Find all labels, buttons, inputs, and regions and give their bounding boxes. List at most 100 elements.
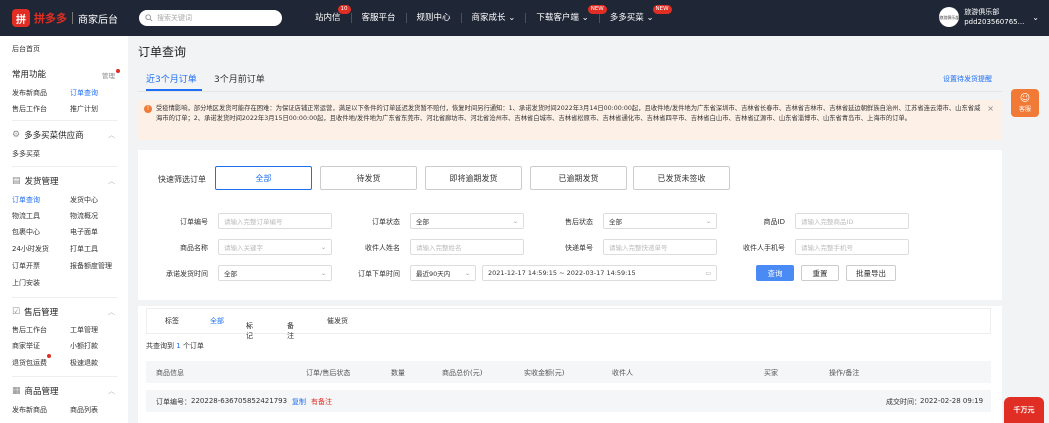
divider	[12, 166, 118, 167]
tab-recent-3-months[interactable]: 近3个月订单	[146, 72, 197, 85]
reset-button[interactable]: 重置	[801, 265, 839, 281]
date-range-picker[interactable]: 2021-12-17 14:59:15 ~ 2022-03-17 14:59:1…	[482, 265, 717, 281]
section-title: 商品管理	[24, 387, 59, 397]
sidebar: 后台首页 常用功能 管理 发布新商品 订单查询 售后工作台 推广计划 ⚙ 多多买菜…	[0, 36, 128, 423]
table-header: 商品信息 订单/售后状态 数量 商品总价(元) 实收金额(元) 收件人 买家 操…	[146, 361, 991, 383]
sidebar-section-common[interactable]: 常用功能	[12, 68, 46, 80]
sidebar-section-shipping[interactable]: ▤ 发货管理	[12, 175, 59, 187]
notice-text: 受疫情影响，部分地区发货可能存在困难：为保证店铺正常运营，满足以下条件的订单延迟…	[156, 105, 981, 122]
sidebar-item-shipping-center[interactable]: 发货中心	[70, 195, 98, 205]
order-time-select[interactable]: 最近90天内 ⌄	[410, 265, 476, 281]
sidebar-item-product-list[interactable]: 商品列表	[70, 405, 98, 415]
sidebar-item-after-sale-workbench[interactable]: 售后工作台	[12, 325, 47, 335]
column-header: 订单/售后状态	[306, 369, 351, 377]
section-title: 售后管理	[24, 308, 59, 318]
quick-filter-overdue[interactable]: 已逾期发货	[530, 166, 627, 190]
sidebar-item-24h-shipping[interactable]: 24小时发货	[12, 244, 49, 254]
sidebar-item-quota-management[interactable]: 报备额度管理	[70, 261, 112, 271]
table-row: 订单编号： 220228-636705852421793 复制 有备注 成交时间…	[146, 390, 991, 412]
tag-all[interactable]: 全部	[210, 316, 224, 326]
quick-filter-near-overdue[interactable]: 即将逾期发货	[425, 166, 522, 190]
quick-filter-pending-shipment[interactable]: 待发货	[320, 166, 417, 190]
order-no-input[interactable]: 请输入完整订单编号	[218, 213, 332, 229]
search-button[interactable]: 查询	[756, 265, 794, 281]
tab-older-3-months[interactable]: 3个月前订单	[214, 72, 265, 85]
filter-panel: 快速筛选订单 全部 待发货 即将逾期发货 已逾期发货 已发货未签收 订单编号 请…	[138, 150, 1002, 300]
search-input[interactable]: 搜索关键词	[139, 10, 282, 26]
quick-filter-shipped-unsigned[interactable]: 已发货未签收	[633, 166, 730, 190]
notification-dot	[116, 69, 120, 73]
has-note-badge[interactable]: 有备注	[311, 397, 332, 407]
sidebar-item-promotion-plan[interactable]: 推广计划	[70, 104, 98, 114]
nav-rules-center[interactable]: 规则中心	[407, 13, 462, 23]
logo[interactable]: 拼 拼多多 商家后台	[12, 0, 118, 36]
close-icon[interactable]: ×	[987, 104, 994, 114]
chevron-down-icon: ⌄	[646, 13, 654, 23]
sidebar-item-invoice[interactable]: 订单开票	[12, 261, 40, 271]
chevron-up-icon[interactable]: ︿	[108, 130, 115, 140]
sidebar-item-grocery[interactable]: 多多买菜	[12, 149, 40, 159]
sidebar-section-products[interactable]: ▦ 商品管理	[12, 385, 59, 397]
tracking-no-input[interactable]: 请输入完整快递单号	[603, 239, 717, 255]
select-value: 最近90天内	[416, 270, 451, 278]
sidebar-item-order-query-shipping[interactable]: 订单查询	[12, 195, 40, 205]
sidebar-item-merchant-evidence[interactable]: 商家举证	[12, 341, 40, 351]
gear-icon: ⚙	[12, 130, 21, 140]
nav-customer-service[interactable]: 客服平台	[352, 13, 407, 23]
input-placeholder: 请输入关键字	[224, 244, 263, 252]
column-header: 实收金额(元)	[524, 369, 565, 377]
product-name-input[interactable]: 请输入关键字 ⌄	[218, 239, 332, 255]
sidebar-item-installation[interactable]: 上门安装	[12, 278, 40, 288]
sidebar-item-logistics-overview[interactable]: 物流概况	[70, 211, 98, 221]
batch-export-button[interactable]: 批量导出	[846, 265, 896, 281]
customer-service-button[interactable]: ☺ 客服	[1011, 89, 1039, 117]
product-id-input[interactable]: 请输入完整商品ID	[795, 213, 909, 229]
sidebar-item-small-payment[interactable]: 小额打款	[70, 341, 98, 351]
promise-time-select[interactable]: 全部 ⌄	[218, 265, 332, 281]
copy-link[interactable]: 复制	[292, 397, 306, 407]
sidebar-item-publish-product[interactable]: 发布新商品	[12, 88, 47, 98]
user-id: pdd203560765...	[964, 18, 1025, 26]
section-title: 发货管理	[24, 177, 59, 187]
nav-label: 客服平台	[361, 13, 396, 23]
tag-urge-shipment[interactable]: 催发货	[327, 316, 348, 326]
after-sale-status-select[interactable]: 全部 ⌄	[603, 213, 717, 229]
notice-banner: ! 受疫情影响，部分地区发货可能存在困难：为保证店铺正常运营，满足以下条件的订单…	[138, 100, 1002, 140]
sidebar-item-fast-refund[interactable]: 极速退款	[70, 358, 98, 368]
quick-filter-label: 快速筛选订单	[158, 175, 206, 184]
quick-filter-all[interactable]: 全部	[215, 166, 312, 190]
column-header: 操作/备注	[829, 369, 860, 377]
date-range-value: 2021-12-17 14:59:15 ~ 2022-03-17 14:59:1…	[488, 269, 636, 277]
receiver-phone-input[interactable]: 请输入完整手机号	[795, 239, 909, 255]
receiver-phone-label: 收件人手机号	[743, 244, 785, 252]
nav-duoduo-grocery[interactable]: 多多买菜 ⌄ NEW	[600, 5, 672, 23]
sidebar-manage-link[interactable]: 管理	[102, 70, 115, 80]
sidebar-item-after-sale-desk[interactable]: 售后工作台	[12, 104, 47, 114]
chevron-up-icon[interactable]: ︿	[108, 386, 115, 396]
sidebar-item-return-shipping[interactable]: 退货包运费	[12, 358, 47, 368]
sidebar-item-package-center[interactable]: 包裹中心	[12, 227, 40, 237]
chevron-up-icon[interactable]: ︿	[108, 307, 115, 317]
order-status-label: 订单状态	[372, 218, 400, 226]
sidebar-item-logistics-tools[interactable]: 物流工具	[12, 211, 40, 221]
sidebar-item-publish-product-2[interactable]: 发布新商品	[12, 405, 47, 415]
chevron-up-icon[interactable]: ︿	[108, 176, 115, 186]
nav-messages[interactable]: 站内信 10	[305, 5, 352, 23]
promo-floating-badge[interactable]: 千万元	[1004, 397, 1044, 423]
column-header: 商品信息	[156, 369, 184, 377]
shipping-reminder-link[interactable]: 设置待发货提醒	[943, 74, 992, 84]
sidebar-section-after-sale[interactable]: ☑ 售后管理	[12, 306, 58, 318]
sidebar-item-e-waybill[interactable]: 电子面单	[70, 227, 98, 237]
sidebar-item-print-tool[interactable]: 打单工具	[70, 244, 98, 254]
order-status-select[interactable]: 全部 ⌄	[410, 213, 524, 229]
nav-download-client[interactable]: 下载客户端 ⌄ NEW	[526, 5, 607, 23]
sidebar-item-work-orders[interactable]: 工单管理	[70, 325, 98, 335]
user-menu[interactable]: 旅游俱乐部 旅游俱乐部 pdd203560765... ⌄	[939, 7, 1039, 27]
nav-merchant-growth[interactable]: 商家成长 ⌄	[462, 13, 527, 23]
select-value: 全部	[609, 218, 622, 226]
sidebar-section-grocery-supplier[interactable]: ⚙ 多多买菜供应商	[12, 129, 84, 141]
sidebar-item-home[interactable]: 后台首页	[12, 44, 40, 54]
receiver-name-input[interactable]: 请输入完整姓名	[410, 239, 524, 255]
sidebar-item-order-query[interactable]: 订单查询	[70, 88, 98, 98]
search-icon	[145, 14, 153, 22]
